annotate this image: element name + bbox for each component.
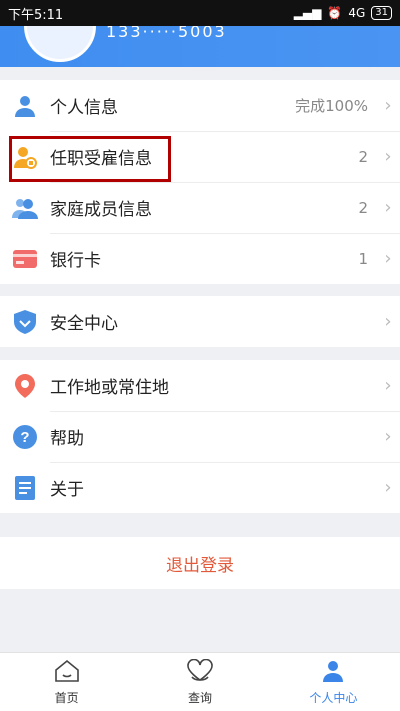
menu-item-label: 个人信息 bbox=[50, 98, 118, 118]
chevron-right-icon: › bbox=[384, 477, 392, 498]
chevron-right-icon: › bbox=[384, 197, 392, 218]
avatar[interactable] bbox=[24, 26, 96, 62]
chevron-right-icon: › bbox=[384, 311, 392, 332]
menu-group-security: 安全中心 › bbox=[0, 296, 400, 347]
tab-profile[interactable]: 个人中心 bbox=[267, 653, 400, 711]
chevron-right-icon: › bbox=[384, 95, 392, 116]
menu-group-info: 个人信息 完成100% › 任职受雇信息 2 › 家庭成员信息 2 › 银行卡 … bbox=[0, 80, 400, 284]
menu-item-bank-card[interactable]: 银行卡 1 › bbox=[0, 233, 400, 284]
chevron-right-icon: › bbox=[384, 375, 392, 396]
home-icon bbox=[54, 659, 80, 687]
menu-item-value: 1 bbox=[358, 249, 368, 268]
svg-text:?: ? bbox=[20, 429, 29, 446]
chevron-right-icon: › bbox=[384, 426, 392, 447]
shield-icon bbox=[0, 309, 50, 334]
menu-item-label: 任职受雇信息 bbox=[50, 149, 152, 169]
chevron-right-icon: › bbox=[384, 146, 392, 167]
menu-item-label: 银行卡 bbox=[50, 251, 101, 271]
menu-item-label: 安全中心 bbox=[50, 314, 118, 334]
location-pin-icon bbox=[0, 373, 50, 398]
bank-card-icon bbox=[0, 249, 50, 268]
family-icon bbox=[0, 196, 50, 220]
battery-icon: 31 bbox=[371, 6, 392, 20]
menu-item-value: 2 bbox=[358, 147, 368, 166]
status-time: 下午5:11 bbox=[8, 7, 64, 23]
menu-item-about[interactable]: 关于 › bbox=[0, 462, 400, 513]
status-icons: ▂▄▆ ⏰ 4G 31 bbox=[294, 6, 392, 20]
menu-group-other: 工作地或常住地 › ? 帮助 › 关于 › bbox=[0, 360, 400, 513]
network-type: 4G bbox=[348, 6, 366, 20]
menu-item-label: 家庭成员信息 bbox=[50, 200, 152, 220]
status-bar: 下午5:11 ▂▄▆ ⏰ 4G 31 bbox=[0, 0, 400, 26]
phone-number: 133·····5003 bbox=[106, 26, 227, 41]
tab-label: 首页 bbox=[54, 690, 79, 705]
heart-icon bbox=[186, 658, 214, 687]
bottom-tab-bar: 首页 查询 个人中心 bbox=[0, 652, 400, 711]
signal-icon: ▂▄▆ bbox=[293, 6, 322, 20]
menu-item-value: 2 bbox=[358, 198, 368, 217]
menu-item-security-center[interactable]: 安全中心 › bbox=[0, 296, 400, 347]
menu-item-personal-info[interactable]: 个人信息 完成100% › bbox=[0, 80, 400, 131]
menu-item-family-info[interactable]: 家庭成员信息 2 › bbox=[0, 182, 400, 233]
tab-home[interactable]: 首页 bbox=[0, 653, 133, 711]
tab-query[interactable]: 查询 bbox=[133, 653, 266, 711]
logout-button[interactable]: 退出登录 bbox=[0, 537, 400, 589]
menu-item-employment-info[interactable]: 任职受雇信息 2 › bbox=[0, 131, 400, 182]
tab-label: 个人中心 bbox=[309, 690, 358, 705]
profile-icon bbox=[320, 659, 346, 687]
menu-item-help[interactable]: ? 帮助 › bbox=[0, 411, 400, 462]
menu-item-work-location[interactable]: 工作地或常住地 › bbox=[0, 360, 400, 411]
employment-icon bbox=[0, 145, 50, 169]
profile-header: 133·····5003 bbox=[0, 26, 400, 67]
alarm-icon: ⏰ bbox=[327, 6, 343, 20]
menu-item-label: 帮助 bbox=[50, 429, 84, 449]
help-icon: ? bbox=[0, 424, 50, 449]
menu-item-label: 工作地或常住地 bbox=[50, 378, 169, 398]
menu-item-label: 关于 bbox=[50, 480, 84, 500]
menu-item-value: 完成100% bbox=[295, 97, 368, 115]
person-icon bbox=[0, 94, 50, 118]
tab-label: 查询 bbox=[187, 690, 212, 705]
document-icon bbox=[0, 475, 50, 500]
chevron-right-icon: › bbox=[384, 248, 392, 269]
